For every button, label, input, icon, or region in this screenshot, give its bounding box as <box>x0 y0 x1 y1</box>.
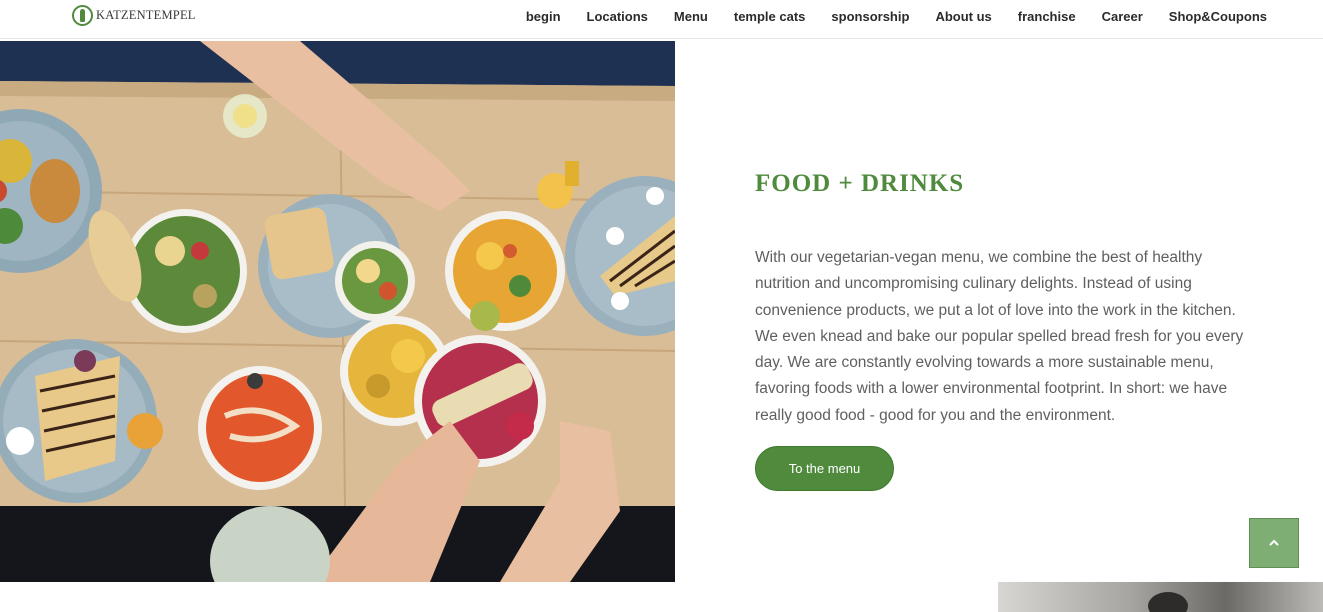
site-logo[interactable]: KATZENTEMPEL <box>72 5 196 26</box>
scroll-to-top-button[interactable] <box>1249 518 1299 568</box>
cat-temple-logo-icon <box>72 5 93 26</box>
nav-item-temple-cats[interactable]: temple cats <box>734 9 806 24</box>
main-nav: begin Locations Menu temple cats sponsor… <box>526 0 1267 32</box>
nav-item-begin[interactable]: begin <box>526 9 561 24</box>
to-the-menu-button[interactable]: To the menu <box>755 446 894 491</box>
chevron-up-icon <box>1269 539 1279 546</box>
nav-item-menu[interactable]: Menu <box>674 9 708 24</box>
nav-item-shop-coupons[interactable]: Shop&Coupons <box>1169 9 1267 24</box>
nav-item-about-us[interactable]: About us <box>935 9 991 24</box>
site-header: KATZENTEMPEL begin Locations Menu temple… <box>0 0 1323 39</box>
section-title: FOOD + DRINKS <box>755 170 965 197</box>
next-section-image <box>998 582 1323 612</box>
nav-item-sponsorship[interactable]: sponsorship <box>831 9 909 24</box>
logo-text: KATZENTEMPEL <box>96 8 196 22</box>
food-hero-image <box>0 41 675 582</box>
nav-item-franchise[interactable]: franchise <box>1018 9 1076 24</box>
nav-item-career[interactable]: Career <box>1102 9 1143 24</box>
food-table-illustration <box>0 41 675 582</box>
cat-image-detail <box>1148 592 1188 612</box>
section-description: With our vegetarian-vegan menu, we combi… <box>755 249 1244 424</box>
nav-item-locations[interactable]: Locations <box>587 9 648 24</box>
